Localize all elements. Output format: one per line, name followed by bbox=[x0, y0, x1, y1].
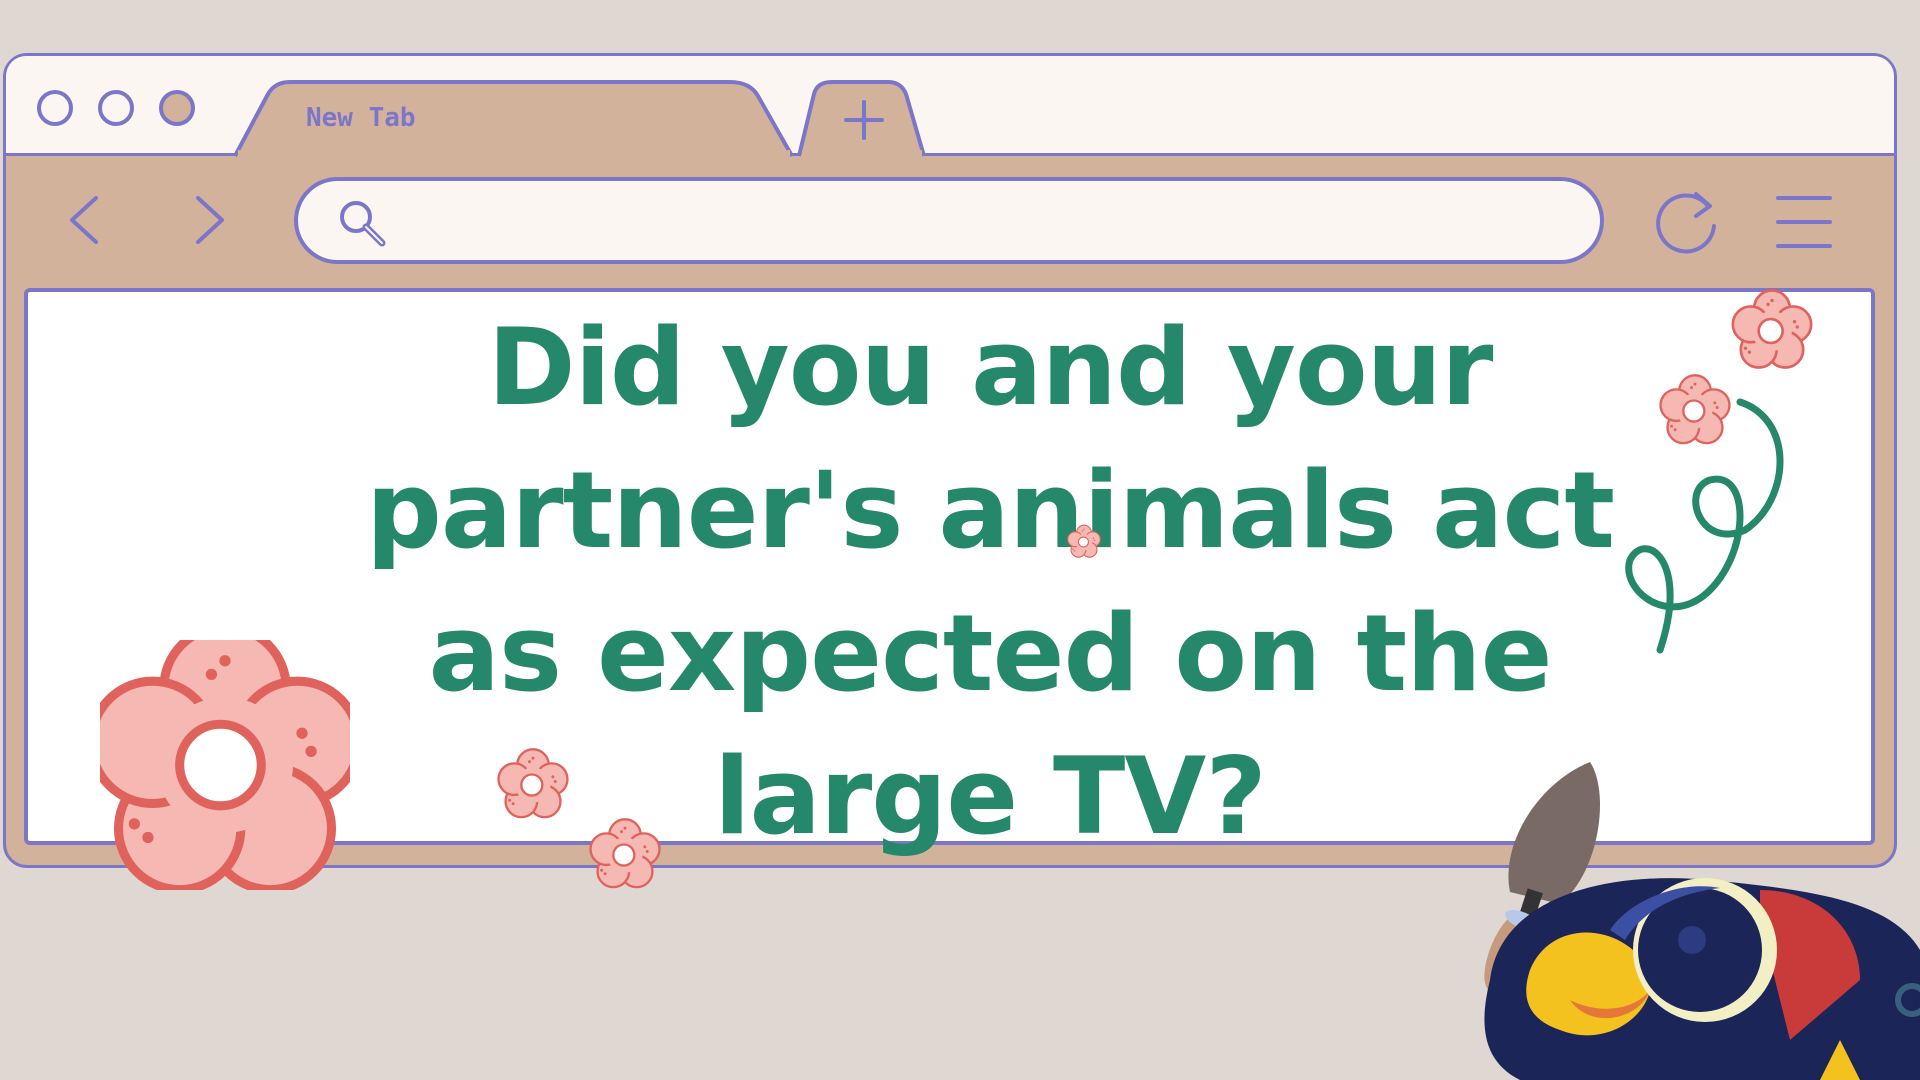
flower-icon bbox=[589, 818, 661, 889]
forward-button[interactable] bbox=[186, 190, 236, 250]
address-input[interactable] bbox=[398, 195, 1552, 247]
window-minimize-button[interactable] bbox=[98, 90, 134, 126]
slide-title-line: partner's animals act bbox=[365, 449, 1615, 572]
hamburger-menu-icon bbox=[1776, 196, 1832, 248]
menu-button[interactable] bbox=[1772, 190, 1836, 254]
flower-icon bbox=[1067, 524, 1101, 558]
bird-mascot-icon bbox=[1484, 878, 1920, 1080]
reload-button[interactable] bbox=[1652, 186, 1724, 258]
window-maximize-button[interactable] bbox=[159, 90, 195, 126]
back-button[interactable] bbox=[60, 190, 110, 250]
address-bar[interactable] bbox=[294, 177, 1604, 264]
tab-label: New Tab bbox=[306, 103, 416, 133]
slide-title-line: as expected on the bbox=[428, 592, 1553, 715]
slide-title-line: Did you and your bbox=[487, 306, 1494, 429]
flower-icon bbox=[1659, 374, 1731, 445]
new-tab-button[interactable] bbox=[796, 78, 930, 158]
chevron-left-icon bbox=[70, 196, 98, 244]
flower-icon bbox=[100, 640, 350, 890]
reload-icon bbox=[1656, 192, 1716, 254]
window-close-button[interactable] bbox=[37, 90, 73, 126]
chevron-right-icon bbox=[196, 196, 224, 244]
search-icon bbox=[340, 201, 386, 247]
